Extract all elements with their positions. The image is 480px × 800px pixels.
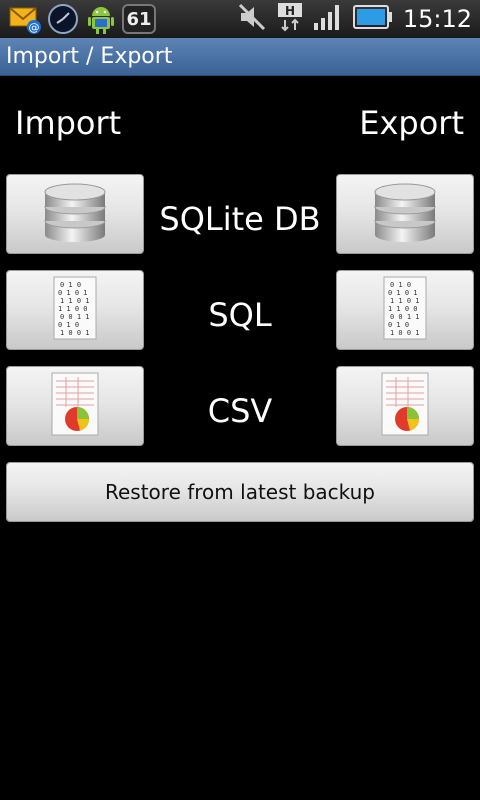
svg-text:0 0 1 1: 0 0 1 1 — [390, 313, 420, 321]
clock-widget-icon — [46, 2, 80, 36]
android-icon — [84, 2, 118, 36]
import-column-header: Import — [15, 104, 122, 142]
binary-document-icon: 0 1 0 0 1 0 1 1 1 0 1 1 1 0 0 0 0 1 1 0 … — [382, 275, 428, 345]
import-sql-button[interactable]: 0 1 0 0 1 0 1 1 1 0 1 1 1 0 0 0 0 1 1 0 … — [6, 270, 144, 350]
svg-text:0 1 0 1: 0 1 0 1 — [388, 289, 418, 297]
restore-button-label: Restore from latest backup — [104, 480, 375, 504]
row-label-sqlite: SQLite DB — [159, 200, 321, 238]
svg-text:1 0 0 1: 1 0 0 1 — [60, 329, 90, 337]
svg-text:0 1 0: 0 1 0 — [390, 281, 411, 289]
status-clock: 15:12 — [402, 5, 472, 33]
svg-text:H: H — [285, 4, 295, 18]
export-csv-button[interactable] — [336, 366, 474, 446]
svg-text:0 0 1 1: 0 0 1 1 — [60, 313, 90, 321]
row-label-csv: CSV — [207, 392, 273, 430]
svg-text:1 1 0 0: 1 1 0 0 — [388, 305, 418, 313]
svg-text:1 0 0 1: 1 0 0 1 — [390, 329, 420, 337]
database-icon — [43, 179, 107, 249]
export-sql-button[interactable]: 0 1 0 0 1 0 1 1 1 0 1 1 1 0 0 0 0 1 1 0 … — [336, 270, 474, 350]
svg-text:@: @ — [29, 21, 40, 34]
count-badge: 61 — [122, 4, 156, 34]
export-sqlite-button[interactable] — [336, 174, 474, 254]
import-csv-button[interactable] — [6, 366, 144, 446]
binary-document-icon: 0 1 0 0 1 0 1 1 1 0 1 1 1 0 0 0 0 1 1 0 … — [52, 275, 98, 345]
import-sqlite-button[interactable] — [6, 174, 144, 254]
row-label-sql: SQL — [208, 296, 272, 334]
data-transfer-icon: H — [277, 2, 303, 36]
battery-icon — [352, 4, 393, 34]
database-icon — [373, 179, 437, 249]
count-badge-text: 61 — [126, 8, 152, 30]
title-bar: Import / Export — [0, 38, 480, 76]
spreadsheet-chart-icon — [380, 371, 430, 441]
svg-text:0 1 0: 0 1 0 — [58, 321, 79, 329]
restore-latest-backup-button[interactable]: Restore from latest backup — [6, 462, 474, 522]
svg-text:0 1 0 1: 0 1 0 1 — [58, 289, 88, 297]
svg-text:1 1 0 1: 1 1 0 1 — [60, 297, 90, 305]
export-column-header: Export — [359, 104, 464, 142]
signal-icon — [313, 3, 343, 35]
svg-text:1 1 0 1: 1 1 0 1 — [390, 297, 420, 305]
page-title: Import / Export — [6, 44, 173, 69]
status-bar: @ 61 H 15:12 — [0, 0, 480, 38]
svg-text:0 1 0: 0 1 0 — [60, 281, 81, 289]
spreadsheet-chart-icon — [50, 371, 100, 441]
svg-text:0 1 0: 0 1 0 — [388, 321, 409, 329]
mute-icon — [237, 2, 267, 36]
mail-icon: @ — [8, 2, 42, 36]
svg-text:1 1 0 0: 1 1 0 0 — [58, 305, 88, 313]
